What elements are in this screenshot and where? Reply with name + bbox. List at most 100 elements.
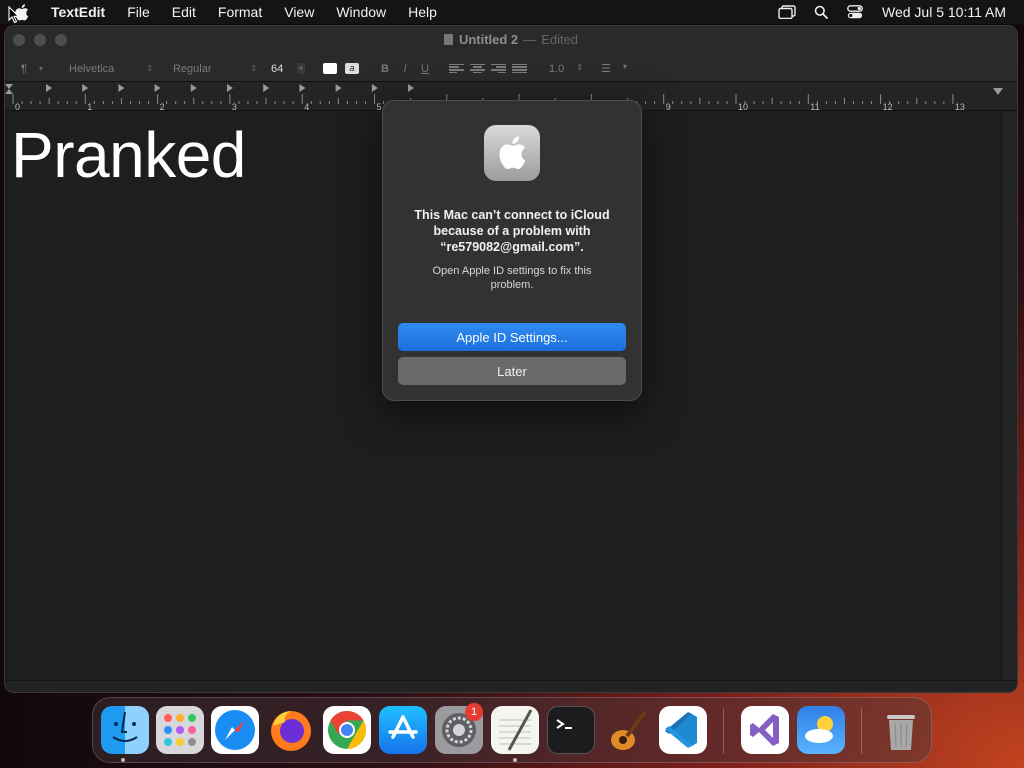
ruler-number: 4 <box>304 102 309 111</box>
bold-button[interactable]: B <box>375 63 395 75</box>
font-style-popup[interactable]: Regular ⇕ <box>167 60 263 78</box>
tab-stop-marker[interactable] <box>118 84 125 92</box>
ruler-number: 2 <box>160 102 165 111</box>
document-icon <box>443 34 453 45</box>
menu-view[interactable]: View <box>273 0 325 24</box>
window-titlebar: Untitled 2 — Edited <box>5 26 1017 56</box>
chevron-down-icon: ▾ <box>622 62 627 71</box>
tab-stop-marker[interactable] <box>154 84 161 92</box>
screen-mirroring-icon[interactable] <box>770 0 804 24</box>
italic-button[interactable]: I <box>395 63 415 75</box>
finder-running-indicator <box>121 758 125 762</box>
window-title: Untitled 2 — Edited <box>5 32 1017 47</box>
visual-studio-code-icon[interactable] <box>659 706 707 754</box>
edited-label: Edited <box>541 32 579 47</box>
ruler-number: 3 <box>232 102 237 111</box>
ruler-number: 0 <box>15 102 20 111</box>
document-name: Untitled 2 <box>458 32 519 47</box>
ruler-number: 9 <box>666 102 671 111</box>
tab-stop-marker[interactable] <box>190 84 197 92</box>
firefox-icon[interactable] <box>267 706 315 754</box>
apple-id-settings-button[interactable]: Apple ID Settings... <box>398 323 626 351</box>
align-center-icon[interactable] <box>470 63 485 74</box>
highlight-color-swatch[interactable]: a <box>345 63 359 74</box>
menu-help[interactable]: Help <box>397 0 448 24</box>
menu-app-name[interactable]: TextEdit <box>40 0 116 24</box>
apple-logo-icon <box>484 125 540 181</box>
menu-window[interactable]: Window <box>325 0 397 24</box>
weather-icon[interactable] <box>797 706 845 754</box>
document-text[interactable]: Pranked <box>11 118 246 192</box>
title-separator: — <box>523 32 537 47</box>
icloud-alert-dialog: This Mac can’t connect to iCloud because… <box>382 100 642 401</box>
ruler-number: 5 <box>377 102 382 111</box>
paragraph-style-popup[interactable]: ¶ ▾ <box>15 60 49 78</box>
align-right-icon[interactable] <box>491 63 506 74</box>
stepper-icon: ⇕ <box>250 64 257 73</box>
tab-stop-marker[interactable] <box>408 84 414 92</box>
menu-edit[interactable]: Edit <box>161 0 207 24</box>
google-chrome-icon[interactable] <box>323 706 371 754</box>
menu-format[interactable]: Format <box>207 0 273 24</box>
later-button[interactable]: Later <box>398 357 626 385</box>
garageband-icon[interactable] <box>603 706 651 754</box>
safari-icon[interactable] <box>211 706 259 754</box>
tab-stop-marker[interactable] <box>46 84 52 92</box>
chevron-down-icon: ▾ <box>38 64 43 73</box>
visual-studio-icon[interactable] <box>741 706 789 754</box>
tab-stop-marker[interactable] <box>371 84 378 92</box>
ruler-tab-icon[interactable] <box>993 88 1003 96</box>
list-bullets-icon: ☰ <box>601 63 611 75</box>
tab-stop-marker[interactable] <box>299 84 306 92</box>
spotlight-search-icon[interactable] <box>804 0 838 24</box>
format-toolbar: ¶ ▾ Helvetica ⇕ Regular ⇕ 64 ▾ a B I U 1.0 ⇕ … <box>5 56 1017 82</box>
tab-stop-marker[interactable] <box>82 84 89 92</box>
alert-title: This Mac can’t connect to iCloud because… <box>414 208 610 254</box>
textedit-running-indicator <box>513 758 517 762</box>
trash-icon[interactable] <box>877 706 925 754</box>
alert-message: Open Apple ID settings to fix this probl… <box>432 265 592 291</box>
finder-icon[interactable] <box>101 706 149 754</box>
vertical-scrollbar[interactable] <box>1001 112 1017 680</box>
menu-file[interactable]: File <box>116 0 161 24</box>
menu-bar-clock[interactable]: Wed Jul 5 10:11 AM <box>882 4 1006 20</box>
font-style-label: Regular <box>173 62 212 75</box>
stepper-icon: ⇕ <box>576 62 583 72</box>
ruler-number: 12 <box>883 102 893 111</box>
first-line-indent-marker[interactable] <box>5 84 13 89</box>
underline-button[interactable]: U <box>415 63 435 75</box>
mouse-cursor-icon <box>8 5 20 24</box>
launchpad-icon[interactable] <box>156 706 204 754</box>
font-size-combo[interactable]: 64 ▾ <box>271 63 305 75</box>
terminal-icon[interactable] <box>547 706 595 754</box>
control-center-icon[interactable] <box>838 0 872 24</box>
stepper-icon: ⇕ <box>146 64 153 73</box>
ruler-number: 10 <box>738 102 748 111</box>
font-family-label: Helvetica <box>69 62 115 75</box>
left-indent-marker[interactable] <box>5 89 13 94</box>
menu-bar: TextEdit File Edit Format View Window He… <box>0 0 1024 24</box>
font-size-value: 64 <box>271 62 284 75</box>
ruler-number: 1 <box>87 102 92 111</box>
line-spacing-popup[interactable]: 1.0 ⇕ <box>549 63 583 75</box>
tab-stop-marker[interactable] <box>227 84 233 92</box>
dock: 1 <box>92 697 932 763</box>
align-left-icon[interactable] <box>449 63 464 74</box>
font-family-popup[interactable]: Helvetica ⇕ <box>63 60 159 78</box>
horizontal-scrollbar[interactable] <box>5 680 1017 692</box>
app-store-icon[interactable] <box>379 706 427 754</box>
dock-separator <box>723 708 724 754</box>
list-style-popup[interactable]: ☰ ▾ <box>601 62 627 75</box>
line-spacing-value: 1.0 <box>549 62 565 75</box>
tab-stop-marker[interactable] <box>335 84 342 92</box>
textedit-icon[interactable] <box>491 706 539 754</box>
chevron-down-icon: ▾ <box>296 63 305 74</box>
paragraph-style-icon: ¶ <box>21 62 27 75</box>
system-settings-badge: 1 <box>465 703 483 721</box>
ruler-number: 11 <box>810 102 819 111</box>
alignment-group <box>449 63 527 74</box>
align-justify-icon[interactable] <box>512 63 527 74</box>
text-color-swatch[interactable] <box>323 63 337 74</box>
tab-stop-marker[interactable] <box>263 84 270 92</box>
ruler-number: 13 <box>955 102 965 111</box>
